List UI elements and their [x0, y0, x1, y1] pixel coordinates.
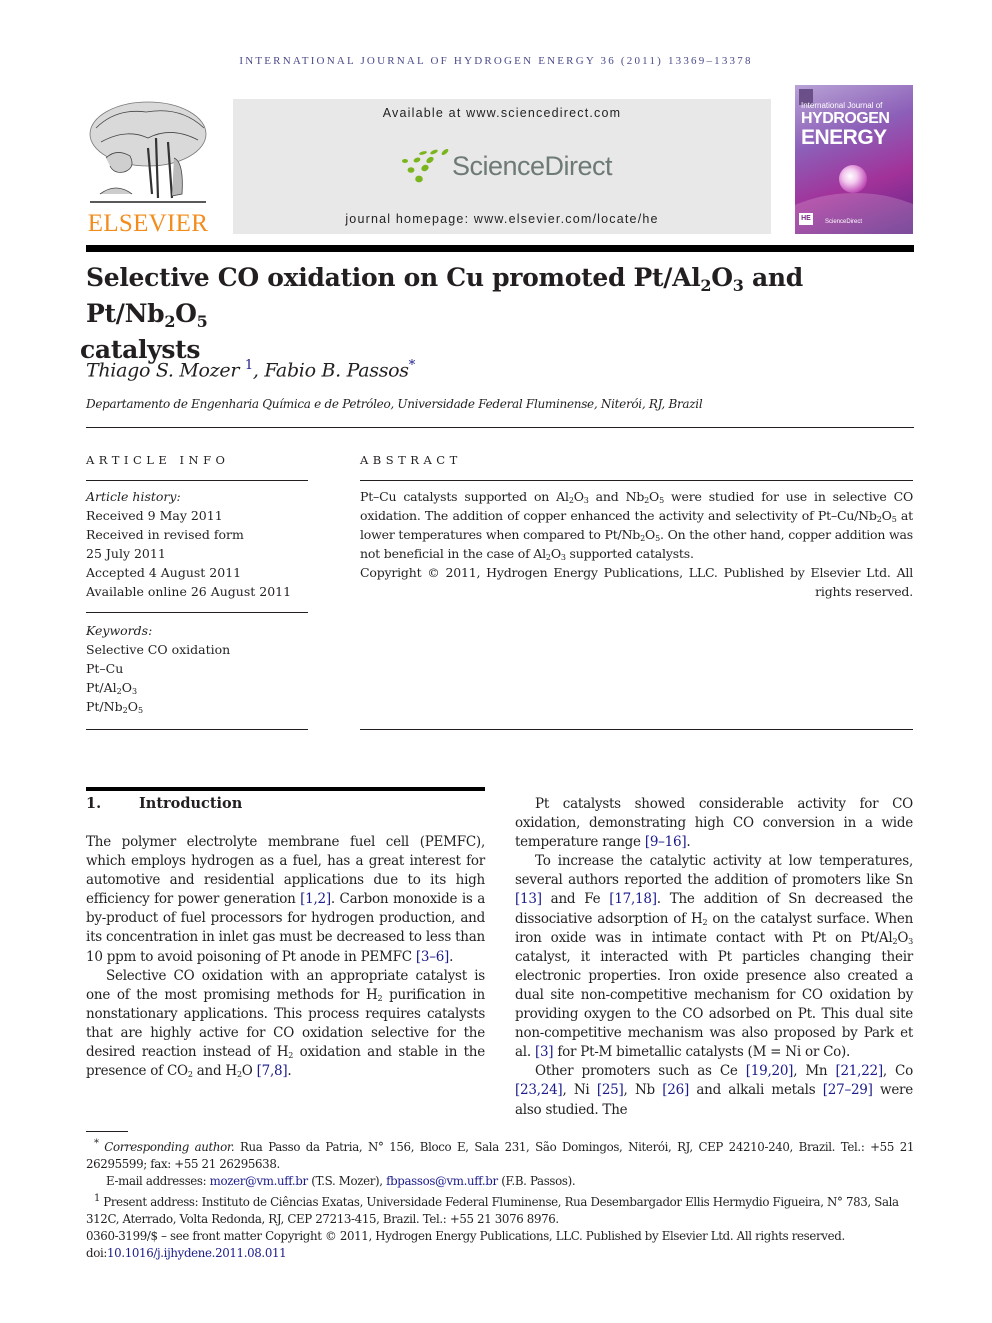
citation-link[interactable]: [23,24]	[515, 1082, 563, 1098]
author-list: Thiago S. Mozer 1, Fabio B. Passos*	[86, 358, 416, 382]
body-paragraph: The polymer electrolyte membrane fuel ce…	[86, 834, 485, 965]
abstract-paragraph: Pt–Cu catalysts supported on Al2O3 and N…	[360, 489, 914, 562]
abstract-copyright: Copyright © 2011, Hydrogen Energy Public…	[360, 565, 913, 599]
cover-title-line3: ENERGY	[801, 126, 887, 149]
corresponding-author-mark[interactable]: *	[409, 358, 416, 373]
cover-title-line1: International Journal of	[801, 101, 883, 110]
history-item: Received in revised form	[86, 527, 244, 542]
present-address-footnote: 1 Present address: Instituto de Ciências…	[86, 1192, 899, 1226]
article-title: Selective CO oxidation on Cu promoted Pt…	[80, 263, 803, 364]
citation-link[interactable]: [26]	[662, 1082, 689, 1098]
email-link[interactable]: mozer@vm.uff.br	[210, 1174, 308, 1188]
history-item: 25 July 2011	[86, 546, 166, 561]
email-link[interactable]: fbpassos@vm.uff.br	[386, 1174, 498, 1188]
body-paragraph: Pt catalysts showed considerable activit…	[515, 796, 913, 851]
keywords-list: Keywords: Selective CO oxidation Pt–Cu P…	[86, 621, 230, 716]
section-heading-introduction: 1. Introduction	[86, 795, 242, 812]
citation-link[interactable]: [17,18]	[609, 891, 657, 907]
history-item: Available online 26 August 2011	[86, 584, 292, 599]
cover-he-badge: HE	[799, 213, 813, 225]
article-info-divider	[86, 480, 308, 481]
citation-link[interactable]: [25]	[597, 1082, 624, 1098]
article-info-heading: ARTICLE INFO	[86, 453, 230, 467]
cover-sphere-graphic	[839, 165, 867, 193]
author-affiliation: Departamento de Engenharia Química e de …	[86, 397, 703, 411]
footnotes: * Corresponding author. Rua Passo da Pat…	[86, 1135, 914, 1262]
section-number: 1.	[86, 795, 102, 812]
elsevier-wordmark: ELSEVIER	[87, 210, 209, 237]
body-paragraph: To increase the catalytic activity at lo…	[515, 853, 914, 1061]
keyword-item[interactable]: Pt–Cu	[86, 659, 230, 678]
email-footnote: E-mail addresses: mozer@vm.uff.br (T.S. …	[106, 1173, 576, 1188]
body-paragraph: Other promoters such as Ce [19,20], Mn […	[515, 1063, 913, 1118]
body-left-column: The polymer electrolyte membrane fuel ce…	[86, 833, 485, 1081]
citation-link[interactable]: [3]	[535, 1044, 554, 1060]
keyword-item[interactable]: Pt/Nb2O5	[86, 697, 230, 716]
citation-link[interactable]: [1,2]	[300, 891, 331, 907]
body-right-column: Pt catalysts showed considerable activit…	[515, 795, 913, 1120]
citation-link[interactable]: [7,8]	[257, 1063, 288, 1079]
keyword-item[interactable]: Selective CO oxidation	[86, 640, 230, 659]
doi-line: doi:10.1016/j.ijhydene.2011.08.011	[86, 1245, 287, 1260]
citation-link[interactable]: [9–16]	[645, 834, 687, 850]
keywords-divider	[86, 612, 308, 613]
author-footnote-mark[interactable]: 1	[245, 358, 253, 373]
journal-homepage-link[interactable]: journal homepage: www.elsevier.com/locat…	[233, 212, 771, 226]
cover-sciencedirect-label: ScienceDirect	[825, 219, 863, 225]
sciencedirect-wordmark: ScienceDirect	[452, 151, 613, 181]
citation-link[interactable]: [3–6]	[416, 949, 449, 965]
abstract-bottom-divider	[360, 729, 913, 730]
doi-link[interactable]: 10.1016/j.ijhydene.2011.08.011	[107, 1246, 287, 1260]
citation-link[interactable]: [19,20]	[746, 1063, 794, 1079]
section-title: Introduction	[139, 795, 243, 812]
corresponding-author-footnote: * Corresponding author. Rua Passo da Pat…	[86, 1138, 915, 1171]
history-item: Accepted 4 August 2011	[86, 565, 242, 580]
abstract-heading: ABSTRACT	[360, 453, 462, 467]
citation-link[interactable]: [21,22]	[835, 1063, 883, 1079]
elsevier-logo[interactable]: ELSEVIER	[86, 98, 210, 240]
citation-link[interactable]: [13]	[515, 891, 542, 907]
author-name[interactable]: Fabio B. Passos	[264, 359, 409, 381]
cover-title-line2: HYDROGEN	[801, 110, 890, 127]
header-divider	[86, 245, 914, 252]
article-info-bottom-divider	[86, 729, 308, 730]
issn-copyright-line: 0360-3199/$ – see front matter Copyright…	[86, 1228, 845, 1243]
footnote-divider	[86, 1131, 128, 1132]
author-name[interactable]: Thiago S. Mozer	[86, 359, 239, 381]
keyword-item[interactable]: Pt/Al2O3	[86, 678, 230, 697]
sciencedirect-banner: Available at www.sciencedirect.com Scien…	[233, 99, 771, 234]
history-item: Received 9 May 2011	[86, 508, 223, 523]
elsevier-tree-icon	[89, 101, 207, 203]
affiliation-divider	[86, 427, 914, 428]
journal-running-header: INTERNATIONAL JOURNAL OF HYDROGEN ENERGY…	[239, 55, 753, 67]
abstract-body: Pt–Cu catalysts supported on Al2O3 and N…	[360, 487, 913, 601]
journal-cover-thumbnail[interactable]: International Journal of HYDROGEN ENERGY…	[795, 85, 913, 234]
article-history-label: Article history:	[86, 489, 181, 504]
available-at-link[interactable]: Available at www.sciencedirect.com	[233, 106, 771, 120]
sciencedirect-logo[interactable]: ScienceDirect	[399, 147, 613, 187]
article-history: Article history: Received 9 May 2011 Rec…	[86, 487, 291, 601]
sciencedirect-dots-icon	[402, 149, 449, 183]
section-divider	[86, 787, 485, 791]
keywords-label: Keywords:	[86, 623, 153, 638]
citation-link[interactable]: [27–29]	[823, 1082, 873, 1098]
body-paragraph: Selective CO oxidation with an appropria…	[86, 967, 485, 1080]
abstract-divider	[360, 480, 913, 481]
